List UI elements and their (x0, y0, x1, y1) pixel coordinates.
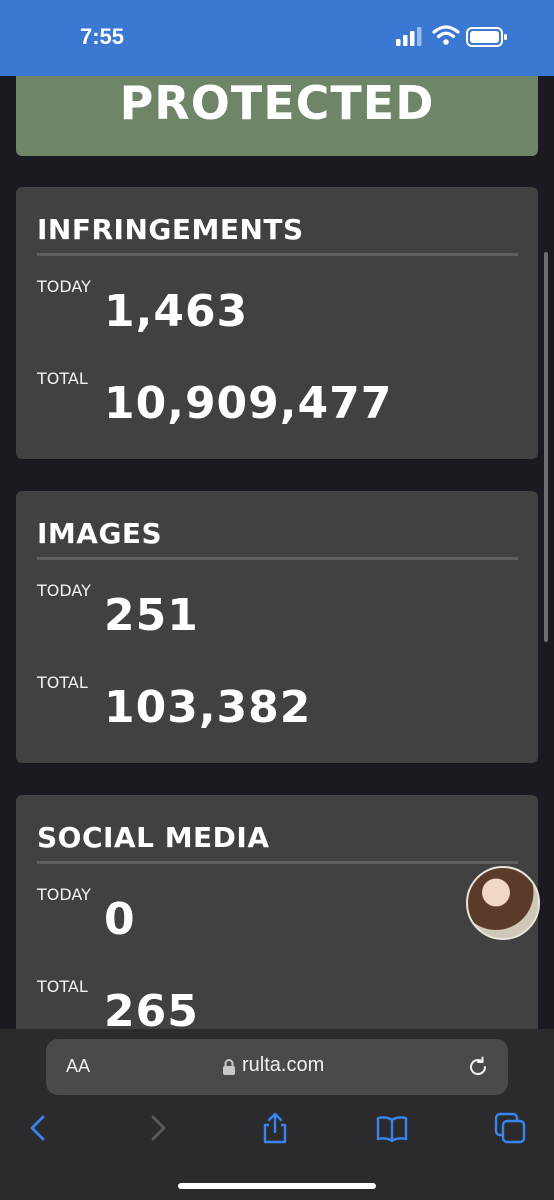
total-value: 103,382 (104, 682, 312, 733)
card-divider (37, 253, 518, 256)
today-label: TODAY (37, 581, 91, 600)
tabs-icon[interactable] (493, 1111, 527, 1145)
bookmarks-icon[interactable] (375, 1111, 409, 1145)
status-bar: 7:55 (0, 0, 554, 76)
address-bar[interactable]: AA rulta.com (46, 1039, 508, 1095)
total-value: 265 (104, 986, 199, 1029)
wifi-icon (432, 25, 460, 45)
today-value: 0 (104, 894, 136, 945)
protected-banner: PROTECTED (16, 76, 538, 156)
back-icon[interactable] (22, 1111, 56, 1145)
status-time: 7:55 (80, 24, 125, 49)
today-value: 251 (104, 590, 199, 641)
share-icon[interactable] (258, 1111, 292, 1145)
total-value: 10,909,477 (104, 378, 393, 429)
today-label: TODAY (37, 885, 91, 904)
images-card: IMAGES TODAY 251 TOTAL 103,382 (16, 491, 538, 763)
home-indicator[interactable] (178, 1183, 376, 1189)
total-label: TOTAL (37, 369, 88, 388)
url-text[interactable]: rulta.com (242, 1054, 324, 1077)
today-label: TODAY (37, 277, 91, 296)
forward-icon[interactable] (140, 1111, 174, 1145)
total-label: TOTAL (37, 977, 88, 996)
reload-icon[interactable] (466, 1055, 490, 1079)
infringements-card: INFRINGEMENTS TODAY 1,463 TOTAL 10,909,4… (16, 187, 538, 459)
scrollbar[interactable] (544, 252, 548, 642)
card-title: IMAGES (37, 517, 163, 550)
card-divider (37, 861, 518, 864)
browser-toolbar: AA rulta.com (0, 1029, 554, 1200)
total-label: TOTAL (37, 673, 88, 692)
battery-icon (466, 27, 507, 47)
card-title: INFRINGEMENTS (37, 213, 304, 246)
protected-banner-text: PROTECTED (119, 76, 435, 130)
today-value: 1,463 (104, 286, 249, 337)
chat-avatar-button[interactable] (466, 866, 540, 940)
card-divider (37, 557, 518, 560)
lock-icon (223, 1059, 235, 1075)
card-title: SOCIAL MEDIA (37, 821, 270, 854)
cellular-signal-icon (396, 27, 422, 46)
social-media-card: SOCIAL MEDIA TODAY 0 TOTAL 265 (16, 795, 538, 1029)
text-size-button[interactable]: AA (66, 1056, 90, 1077)
